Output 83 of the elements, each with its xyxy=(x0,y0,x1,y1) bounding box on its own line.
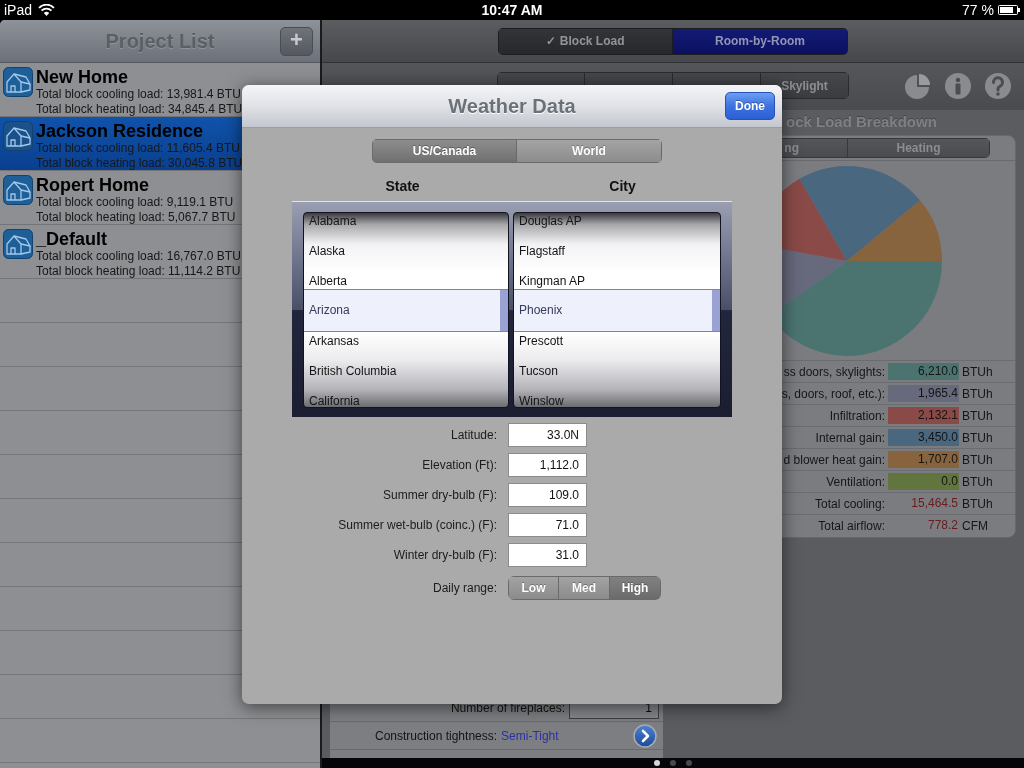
heating-load-text: Total block heating load: 5,067.7 BTU xyxy=(36,209,236,224)
total-value: 778.2 xyxy=(926,517,959,534)
load-value: 2,132.1 xyxy=(888,407,959,424)
field-label: Summer wet-bulb (coinc.) (F): xyxy=(338,518,497,532)
region-tab[interactable]: US/Canada xyxy=(372,139,517,163)
field-label: Daily range: xyxy=(432,581,497,595)
picker-option[interactable]: Arkansas xyxy=(304,332,508,356)
help-icon[interactable] xyxy=(985,73,1011,99)
pie-chart-icon[interactable] xyxy=(905,73,931,99)
load-value: 0.0 xyxy=(888,473,959,490)
battery-percent: 77 % xyxy=(962,2,994,18)
picker-option[interactable]: California xyxy=(304,386,508,407)
load-label: Infiltration: xyxy=(829,408,885,423)
heating-load-text: Total block heating load: 11,114.2 BTU xyxy=(36,263,241,278)
info-icon[interactable] xyxy=(945,73,971,99)
chevron-circle-icon[interactable] xyxy=(633,723,657,748)
load-label: ss doors, skylights: xyxy=(783,364,885,379)
unit-label: BTUh xyxy=(962,430,993,445)
unit-label: BTUh xyxy=(962,474,993,489)
picker-option[interactable]: British Columbia xyxy=(304,356,508,386)
column-heading: State xyxy=(385,177,420,195)
project-name: Jackson Residence xyxy=(36,121,205,141)
unit-label: BTUh xyxy=(962,408,993,423)
unit-label: BTUh xyxy=(962,452,993,467)
mode-tab[interactable]: ✓ Block Load xyxy=(498,27,673,55)
load-value: 6,210.0 xyxy=(888,363,959,380)
picker-option[interactable]: Kingman AP xyxy=(514,266,720,289)
picker-wheel[interactable]: Alabama Alaska Alberta Arizona Arkansas British Columbia California xyxy=(303,212,509,408)
cooling-load-text: Total block cooling load: 9,119.1 BTU xyxy=(36,195,235,210)
picker-option[interactable]: Winslow xyxy=(514,386,720,407)
column-heading: City xyxy=(609,177,636,195)
heating-load-text: Total block heating load: 34,845.4 BTU xyxy=(36,101,243,116)
add-button[interactable]: + xyxy=(280,26,313,56)
cooling-load-text: Total block cooling load: 13,981.4 BTU xyxy=(36,87,242,102)
battery-icon xyxy=(998,5,1020,15)
value-field[interactable]: 33.0N xyxy=(508,423,587,447)
load-value: 1,707.0 xyxy=(888,451,959,468)
field-label: Winter dry-bulb (F): xyxy=(393,548,497,562)
load-value: 1,965.4 xyxy=(888,385,959,402)
picker-option[interactable]: Prescott xyxy=(514,332,720,356)
house-icon xyxy=(3,229,33,259)
field-label: Summer dry-bulb (F): xyxy=(382,488,497,502)
unit-label: CFM xyxy=(962,518,988,533)
total-label: Total airflow: xyxy=(818,518,885,533)
done-button[interactable]: Done xyxy=(725,92,775,120)
heating-load-text: Total block heating load: 30,045.8 BTU xyxy=(36,155,243,170)
unit-label: BTUh xyxy=(962,364,993,379)
house-icon xyxy=(3,175,33,205)
picker-option[interactable]: Douglas AP xyxy=(514,213,720,236)
picker-option[interactable]: Phoenix xyxy=(514,289,720,332)
value-field[interactable]: 1,112.0 xyxy=(508,453,587,477)
load-label: Internal gain: xyxy=(815,430,885,445)
cooling-load-text: Total block cooling load: 16,767.0 BTU xyxy=(36,249,241,264)
picker-option[interactable]: Arizona xyxy=(304,289,508,332)
unit-label: BTUh xyxy=(962,386,993,401)
setting-label: Construction tightness: xyxy=(375,728,498,743)
total-label: Total cooling: xyxy=(814,496,885,511)
project-name: Ropert Home xyxy=(36,175,150,195)
house-icon xyxy=(3,67,33,97)
load-label: d blower heat gain: xyxy=(783,452,885,467)
load-label: Ventilation: xyxy=(826,474,885,489)
dialog-title: Weather Data xyxy=(448,94,576,118)
house-icon xyxy=(3,121,33,151)
load-value: 3,450.0 xyxy=(888,429,959,446)
project-name: New Home xyxy=(36,67,130,87)
picker-option[interactable]: Tucson xyxy=(514,356,720,386)
range-option[interactable]: High xyxy=(610,576,661,600)
unit-label: BTUh xyxy=(962,496,993,511)
field-label: Elevation (Ft): xyxy=(422,458,497,472)
picker-option[interactable]: Flagstaff xyxy=(514,236,720,266)
project-name: _Default xyxy=(36,229,108,249)
clock-time: 10:47 AM xyxy=(481,2,543,18)
total-value: 15,464.5 xyxy=(910,495,959,512)
device-name: iPad xyxy=(4,2,33,18)
value-field[interactable]: 109.0 xyxy=(508,483,587,507)
load-label: s, doors, roof, etc.): xyxy=(781,386,885,401)
cooling-load-text: Total block cooling load: 11,605.4 BTU xyxy=(36,141,241,156)
value-field[interactable]: 71.0 xyxy=(508,513,587,537)
mode-tab[interactable]: Room-by-Room xyxy=(673,27,848,55)
picker-wheel[interactable]: Douglas AP Flagstaff Kingman AP Phoenix Prescott Tucson Winslow xyxy=(513,212,721,408)
wifi-icon xyxy=(38,4,56,16)
value-field[interactable]: 31.0 xyxy=(508,543,587,567)
field-label: Latitude: xyxy=(450,428,497,442)
